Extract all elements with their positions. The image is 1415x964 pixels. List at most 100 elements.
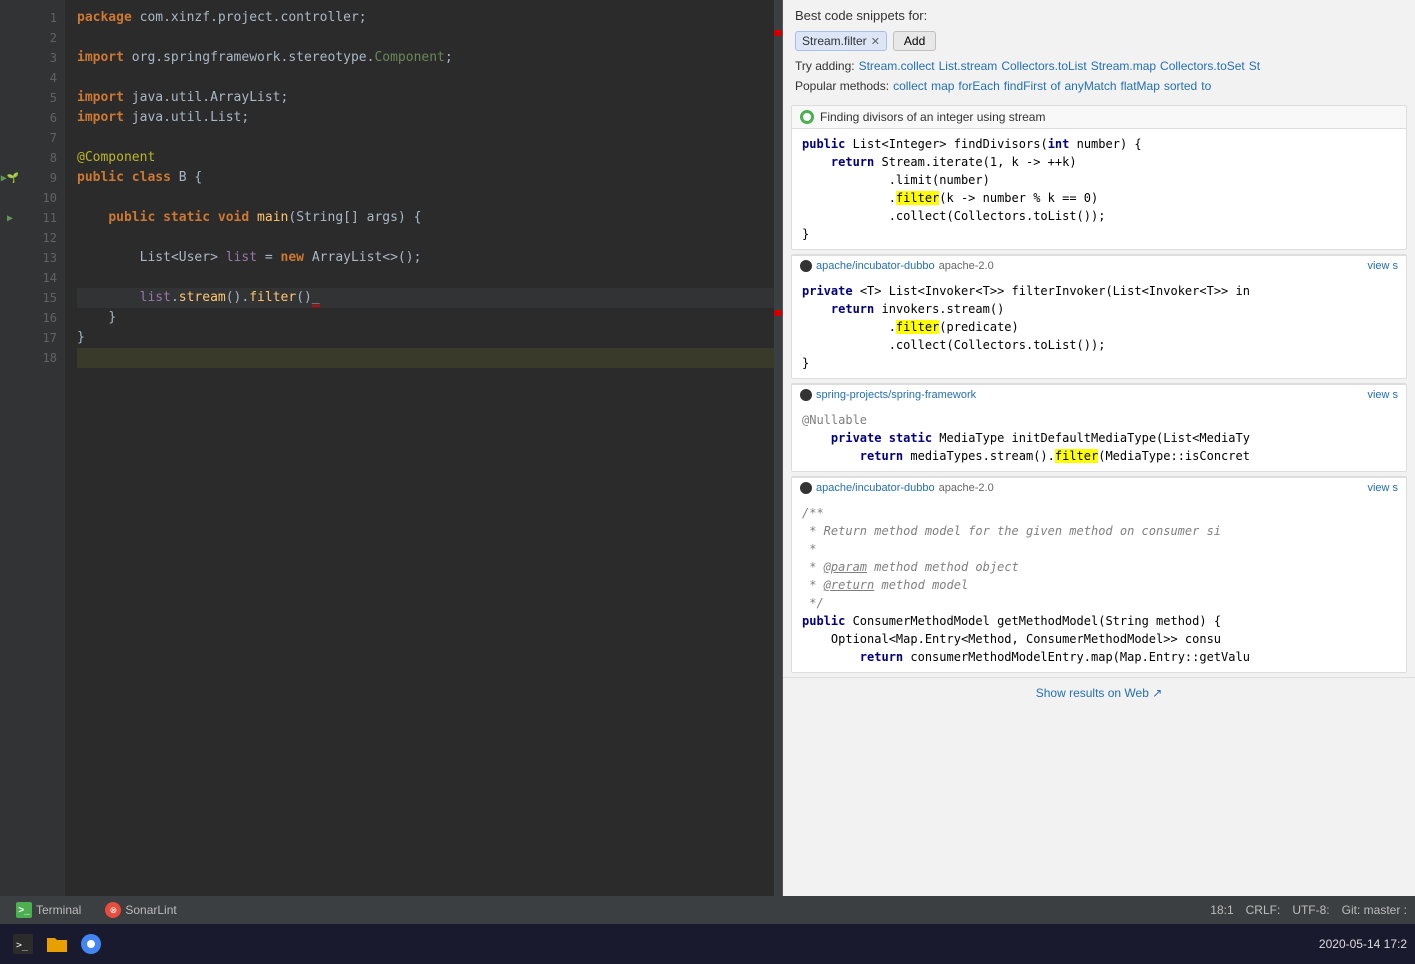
s-plain-number: number) { (1069, 137, 1141, 151)
method-link-anymatch[interactable]: anyMatch (1064, 79, 1116, 93)
snippet-line-4-2: * Return method model for the given meth… (802, 522, 1396, 540)
gutter-line-6 (0, 108, 20, 128)
type-list: List (140, 250, 171, 265)
snippet-line-1-6: } (802, 225, 1396, 243)
taskbar-icon-terminal[interactable]: >_ (8, 929, 38, 959)
s-generic: <T> List<Invoker<T>> filterInvoker(List<… (860, 284, 1250, 298)
keyword-class: class (132, 170, 171, 185)
spring-icon: 🌱 (7, 173, 19, 184)
code-line-14 (77, 268, 774, 288)
line-num-7: 7 (20, 128, 57, 148)
folder-icon (45, 932, 69, 956)
plain-brackets: [] args) { (343, 210, 421, 225)
chrome-icon (79, 932, 103, 956)
search-tag-close[interactable]: ✕ (871, 35, 880, 48)
snippet-line-2-5: } (802, 354, 1396, 372)
code-line-5: import java.util.ArrayList; (77, 88, 774, 108)
plain-import-2: java.util.ArrayList; (132, 90, 289, 105)
code-line-15[interactable]: list.stream().filter()_ (77, 288, 774, 308)
view-link-2[interactable]: view s (1367, 260, 1398, 272)
s-kw-int: int (1048, 137, 1070, 151)
taskbar-icon-chrome[interactable] (76, 929, 106, 959)
snippet-code-4: /** * Return method model for the given … (792, 498, 1406, 672)
method-link-flatmap[interactable]: flatMap (1121, 79, 1160, 93)
code-line-12 (77, 228, 774, 248)
code-line-13: List<User> list = new ArrayList<>(); (77, 248, 774, 268)
s-comment-4: * @param method method object (802, 560, 1019, 574)
var-list: list (226, 250, 257, 265)
main-area: ▶ 🌱 ▶ 1 2 3 4 5 (0, 0, 1415, 896)
snippet-line-4-5: * @return method model (802, 576, 1396, 594)
s-nullable: @Nullable (802, 413, 867, 427)
snippet-card-1: Finding divisors of an integer using str… (791, 105, 1407, 250)
try-link-collectors-toset[interactable]: Collectors.toSet (1160, 59, 1245, 73)
status-bar: >_ Terminal ⊗ SonarLint 18:1 CRLF: UTF-8… (0, 896, 1415, 924)
snippet-line-3-1: @Nullable (802, 411, 1396, 429)
code-line-1: package com.xinzf.project.controller; (77, 8, 774, 28)
try-adding-bar: Try adding: Stream.collect List.stream C… (783, 57, 1415, 77)
terminal-icon: >_ (16, 902, 32, 918)
gutter-line-10 (0, 188, 20, 208)
snippet-code-3: @Nullable private static MediaType initD… (792, 405, 1406, 471)
show-results-link[interactable]: Show results on Web ↗ (783, 677, 1415, 708)
snippet-code-2: private <T> List<Invoker<T>> filterInvok… (792, 276, 1406, 378)
try-link-st[interactable]: St (1249, 59, 1260, 73)
plain-import-1: org.springframework.stereotype. (132, 50, 375, 65)
snippets-area[interactable]: Finding divisors of an integer using str… (783, 101, 1415, 896)
add-button[interactable]: Add (893, 31, 936, 51)
gutter-line-16 (0, 308, 20, 328)
repo-header-2: apache/incubator-dubbo apache-2.0 view s (792, 255, 1406, 276)
keyword-public-1: public (77, 170, 124, 185)
snippet-line-4-1: /** (802, 504, 1396, 522)
gutter-line-3 (0, 48, 20, 68)
line-num-14: 14 (20, 268, 57, 288)
gutter-line-15 (0, 288, 20, 308)
plain-parens: (). (226, 290, 249, 305)
s-kw-return-2: return (831, 302, 874, 316)
sonar-icon: ⊗ (105, 902, 121, 918)
search-tag[interactable]: Stream.filter ✕ (795, 31, 887, 51)
status-tab-sonar[interactable]: ⊗ SonarLint (97, 896, 184, 924)
code-line-18 (77, 348, 774, 368)
s-highlight-filter-2: filter (896, 320, 939, 334)
snippet-header-1: Finding divisors of an integer using str… (792, 106, 1406, 129)
popular-label: Popular methods: (795, 79, 889, 93)
method-link-foreach[interactable]: forEach (958, 79, 999, 93)
method-link-to[interactable]: to (1201, 79, 1211, 93)
try-link-stream-map[interactable]: Stream.map (1091, 59, 1156, 73)
method-link-sorted[interactable]: sorted (1164, 79, 1197, 93)
view-link-3[interactable]: view s (1367, 389, 1398, 401)
status-tab-terminal[interactable]: >_ Terminal (8, 896, 89, 924)
plain-arraylist: ArrayList<>(); (304, 250, 421, 265)
try-link-list-stream[interactable]: List.stream (939, 59, 998, 73)
method-link-collect[interactable]: collect (893, 79, 927, 93)
method-link-of[interactable]: of (1050, 79, 1060, 93)
view-link-4[interactable]: view s (1367, 482, 1398, 494)
plain-import-3: java.util.List; (132, 110, 249, 125)
gutter-line-2 (0, 28, 20, 48)
taskbar-icon-folder[interactable] (42, 929, 72, 959)
keyword-static: static (163, 210, 210, 225)
code-line-10 (77, 188, 774, 208)
line-num-10: 10 (20, 188, 57, 208)
code-content-area[interactable]: package com.xinzf.project.controller; im… (65, 0, 774, 896)
line-num-5: 5 (20, 88, 57, 108)
method-link-map[interactable]: map (931, 79, 954, 93)
plain-semi-1: ; (445, 50, 453, 65)
line-num-18: 18 (20, 348, 57, 368)
line-num-15: 15 (20, 288, 57, 308)
snippet-line-2-1: private <T> List<Invoker<T>> filterInvok… (802, 282, 1396, 300)
gutter-line-14 (0, 268, 20, 288)
sonar-label: SonarLint (125, 903, 176, 917)
method-link-findfirst[interactable]: findFirst (1004, 79, 1047, 93)
snippet-line-4-9: return consumerMethodModelEntry.map(Map.… (802, 648, 1396, 666)
octocat-icon-2 (800, 260, 812, 272)
keyword-new: new (281, 250, 304, 265)
snippet-line-1-3: .limit(number) (802, 171, 1396, 189)
try-link-stream-collect[interactable]: Stream.collect (859, 59, 935, 73)
try-link-collectors-tolist[interactable]: Collectors.toList (1001, 59, 1086, 73)
search-tag-text: Stream.filter (802, 34, 867, 48)
run-icon-11[interactable]: ▶ (7, 213, 13, 224)
snippet-line-1-2: return Stream.iterate(1, k -> ++k) (802, 153, 1396, 171)
repo-name-3: spring-projects/spring-framework (816, 389, 976, 401)
